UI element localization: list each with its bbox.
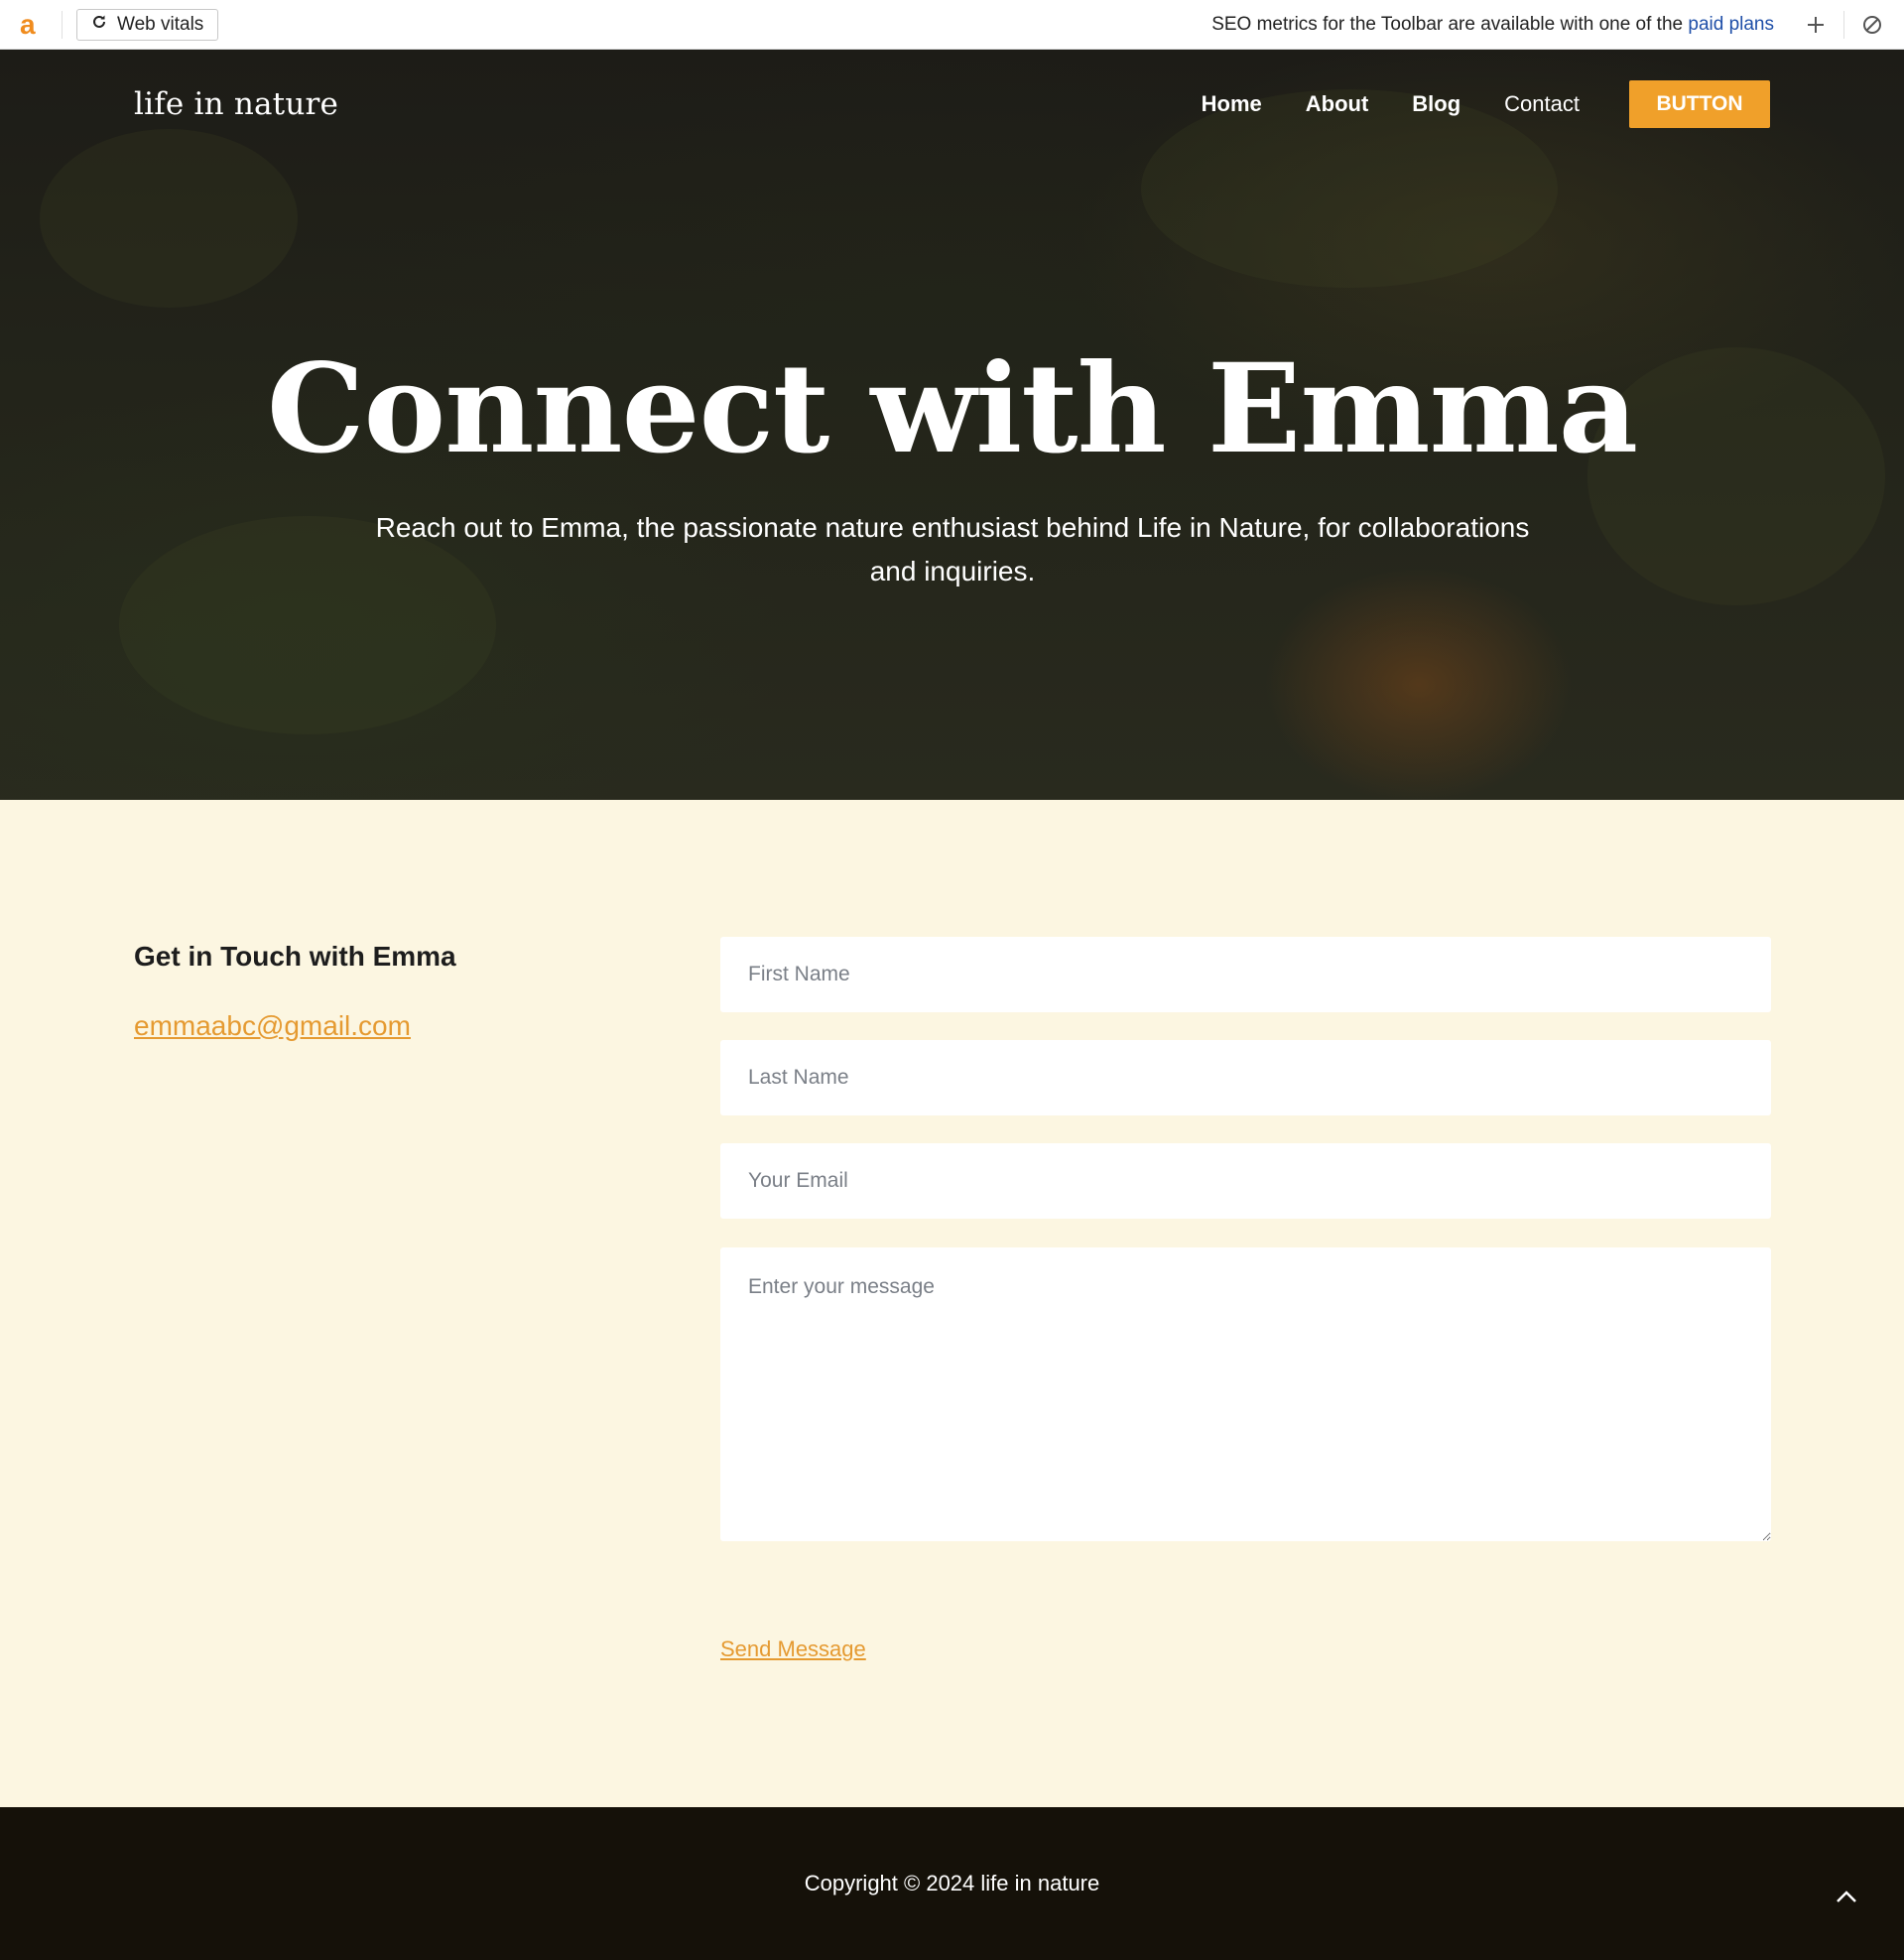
seo-message-text: SEO metrics for the Toolbar are availabl…	[1211, 13, 1689, 35]
site-brand[interactable]: life in nature	[134, 86, 338, 122]
hero-section: life in nature Home About Blog Contact B…	[0, 50, 1904, 800]
contact-email-link[interactable]: emmaabc@gmail.com	[134, 1010, 411, 1042]
copyright-text: Copyright © 2024 life in nature	[804, 1871, 1100, 1895]
toolbar-divider	[62, 10, 63, 39]
seo-message: SEO metrics for the Toolbar are availabl…	[1211, 14, 1774, 36]
nav-links: Home About Blog Contact	[1202, 91, 1580, 117]
web-vitals-button[interactable]: Web vitals	[76, 8, 219, 41]
toolbar-right: SEO metrics for the Toolbar are availabl…	[1211, 10, 1904, 39]
last-name-field[interactable]	[720, 1040, 1771, 1115]
hero-title: Connect with Emma	[266, 337, 1638, 481]
seo-toolbar: a Web vitals SEO metrics for the Toolbar…	[0, 0, 1904, 50]
web-vitals-label: Web vitals	[117, 13, 204, 35]
toolbar-logo-icon[interactable]: a	[20, 10, 48, 39]
refresh-icon	[91, 14, 107, 36]
toolbar-divider	[1843, 10, 1844, 39]
send-message-button[interactable]: Send Message	[720, 1636, 866, 1662]
plus-icon[interactable]	[1804, 13, 1828, 37]
nav-cta-button[interactable]: BUTTON	[1629, 80, 1770, 128]
nav-link-contact[interactable]: Contact	[1504, 91, 1580, 117]
contact-section: Get in Touch with Emma emmaabc@gmail.com…	[0, 800, 1904, 1807]
email-field[interactable]	[720, 1143, 1771, 1219]
nav-link-home[interactable]: Home	[1202, 91, 1262, 117]
scroll-to-top-icon[interactable]	[1829, 1879, 1864, 1914]
message-field[interactable]	[720, 1247, 1771, 1541]
nav-link-blog[interactable]: Blog	[1412, 91, 1460, 117]
block-icon[interactable]	[1860, 13, 1884, 37]
main-navbar: life in nature Home About Blog Contact B…	[134, 79, 1770, 129]
contact-heading: Get in Touch with Emma	[134, 941, 456, 972]
foliage-decoration	[40, 129, 298, 308]
nav-link-about[interactable]: About	[1306, 91, 1369, 117]
paid-plans-link[interactable]: paid plans	[1688, 14, 1774, 35]
first-name-field[interactable]	[720, 937, 1771, 1012]
hero-subtitle: Reach out to Emma, the passionate nature…	[375, 512, 1530, 587]
site-footer: Copyright © 2024 life in nature	[0, 1807, 1904, 1960]
